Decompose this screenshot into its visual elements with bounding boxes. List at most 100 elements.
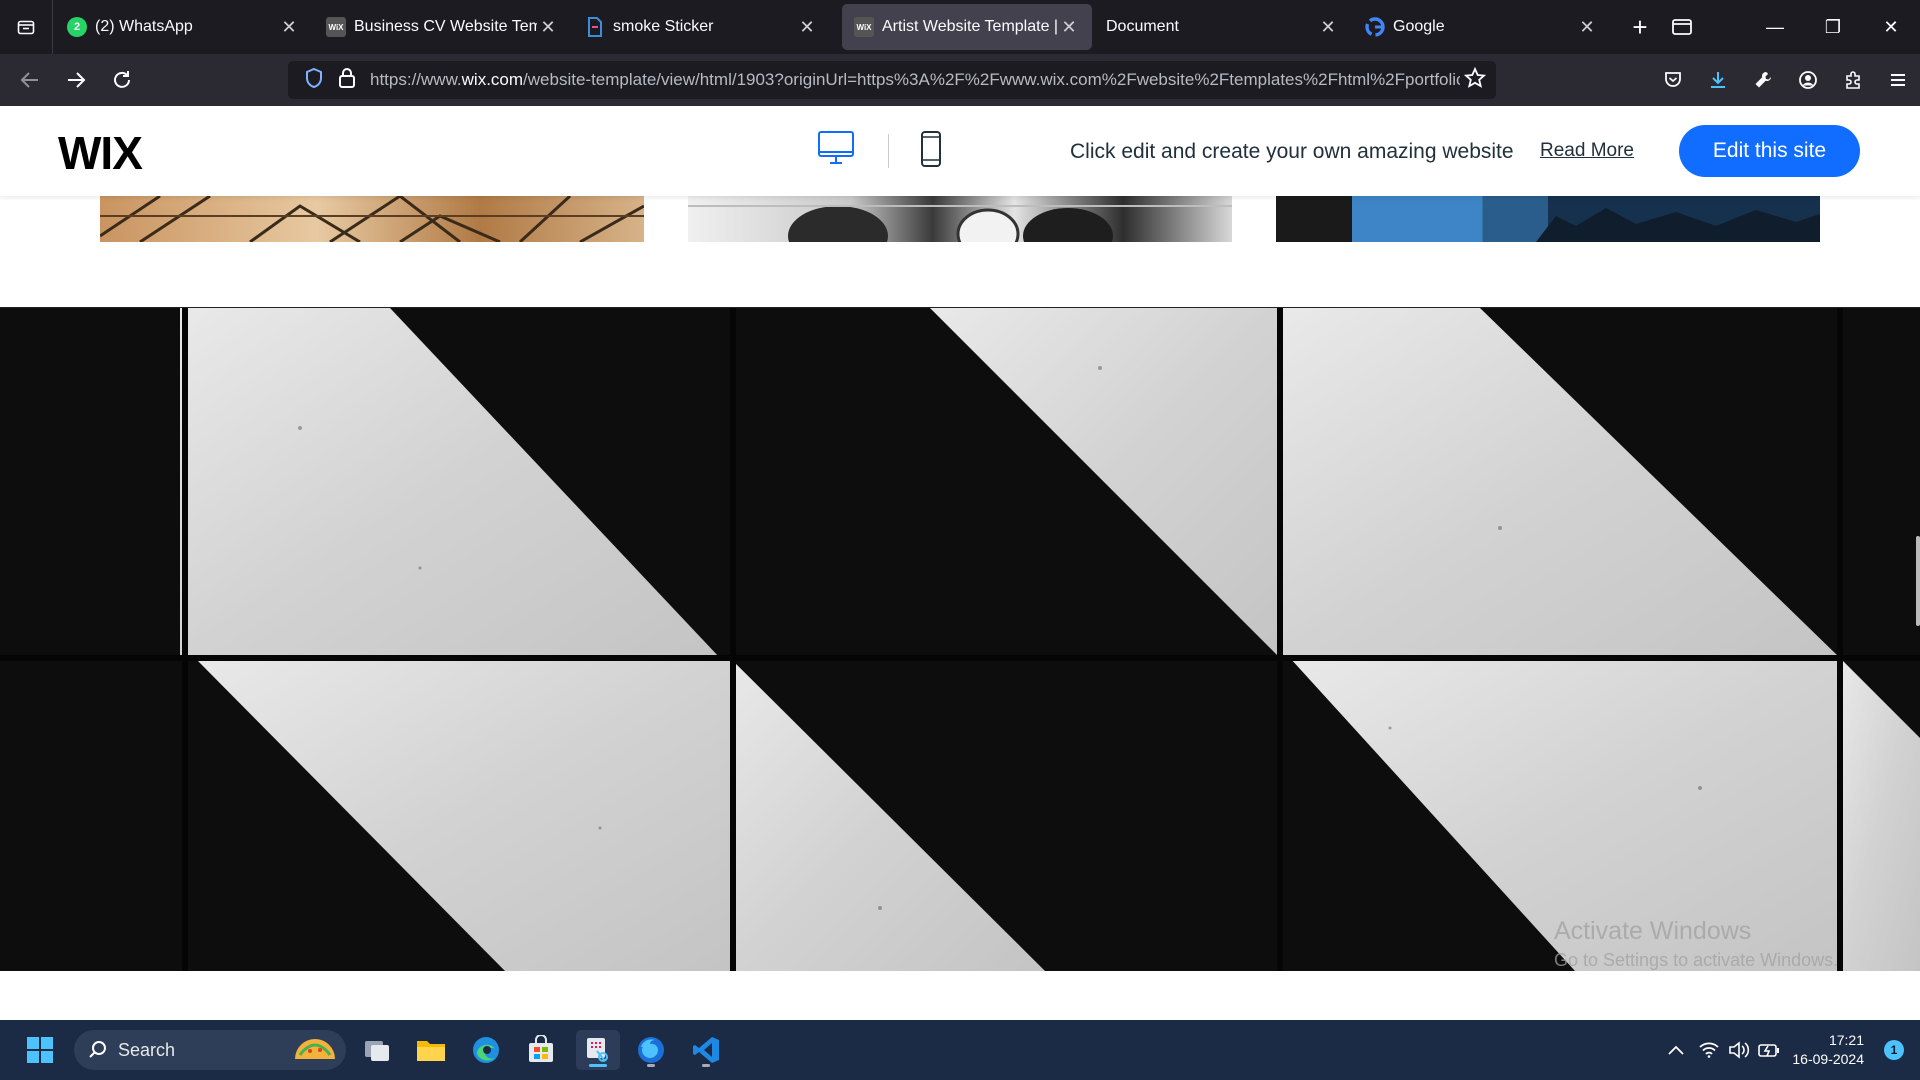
developer-tools-button[interactable] — [1740, 58, 1785, 102]
close-icon[interactable]: ✕ — [278, 16, 300, 38]
gallery-image-sculpture[interactable] — [688, 196, 1232, 242]
search-highlight-taco-icon — [292, 1033, 338, 1068]
tab-title: (2) WhatsApp — [95, 18, 193, 35]
downloads-button[interactable] — [1695, 58, 1740, 102]
hamburger-menu-icon — [1890, 74, 1905, 86]
edit-this-site-button[interactable]: Edit this site — [1679, 125, 1860, 177]
tab-title: Artist Website Template | WiX — [882, 18, 1058, 35]
back-button[interactable] — [8, 58, 52, 102]
start-button[interactable] — [20, 1030, 60, 1070]
microsoft-store-button[interactable] — [521, 1030, 561, 1070]
browser-tab-strip: 2 (2) WhatsApp ✕ WiX Business CV Website… — [0, 0, 1920, 54]
page-scrollbar[interactable] — [1916, 536, 1920, 626]
url-text[interactable]: https://www.wix.com/website-template/vie… — [370, 70, 1460, 90]
bookmark-star-icon[interactable] — [1463, 66, 1487, 94]
activate-windows-title: Activate Windows — [1554, 917, 1752, 945]
tab-google[interactable]: Google ✕ — [1353, 4, 1610, 50]
gallery-image-architecture[interactable] — [100, 196, 644, 242]
extensions-button[interactable] — [1830, 58, 1875, 102]
battery-charging-icon — [1758, 1044, 1780, 1057]
tab-title: smoke Sticker — [613, 18, 714, 35]
device-divider — [888, 134, 889, 168]
clock-date: 16-09-2024 — [1792, 1051, 1864, 1067]
close-icon[interactable]: ✕ — [796, 16, 818, 38]
wix-logo[interactable]: WIX — [58, 126, 143, 180]
chevron-up-icon — [1668, 1045, 1685, 1055]
desktop-icon — [818, 131, 854, 164]
reload-button[interactable] — [100, 58, 144, 102]
tab-smoke-sticker[interactable]: smoke Sticker ✕ — [573, 4, 830, 50]
url-prefix: https://www. — [370, 70, 462, 89]
activate-windows-subtitle: Go to Settings to activate Windows. — [1554, 950, 1839, 970]
open-app-indicator — [647, 1064, 655, 1067]
forward-button[interactable] — [54, 58, 98, 102]
new-tab-button[interactable]: + — [1620, 0, 1660, 54]
mobile-view-button[interactable] — [919, 130, 943, 173]
mobile-phone-icon — [921, 131, 941, 167]
wix-favicon-icon: WiX — [326, 17, 346, 37]
speaker-icon — [1729, 1041, 1750, 1059]
wifi-button[interactable] — [1694, 1042, 1724, 1058]
task-view-button[interactable] — [357, 1030, 397, 1070]
read-more-link[interactable]: Read More — [1540, 140, 1634, 162]
tracking-protection-shield-icon[interactable] — [304, 67, 324, 94]
clock-time: 17:21 — [1828, 1032, 1864, 1048]
snipping-tool-icon — [587, 1038, 608, 1062]
close-icon[interactable]: ✕ — [537, 16, 559, 38]
snipping-tool-button[interactable] — [576, 1030, 620, 1070]
firefox-view-button[interactable] — [0, 0, 53, 54]
firefox-view-icon — [17, 20, 35, 35]
lock-icon[interactable] — [338, 67, 356, 94]
vscode-button[interactable] — [686, 1030, 726, 1070]
folder-icon — [417, 1041, 445, 1061]
app-menu-button[interactable] — [1875, 58, 1920, 102]
tab-title: Document — [1106, 18, 1179, 35]
open-app-indicator — [702, 1064, 710, 1067]
close-icon[interactable]: ✕ — [1058, 16, 1080, 38]
tab-title: Business CV Website Template — [354, 18, 537, 35]
vscode-icon — [693, 1037, 719, 1063]
taskbar-search-box[interactable]: Search — [74, 1030, 346, 1070]
notification-badge[interactable]: 1 — [1884, 1040, 1904, 1060]
edge-browser-button[interactable] — [466, 1030, 506, 1070]
restore-button[interactable]: ❐ — [1804, 0, 1862, 54]
clock[interactable]: 17:21 16-09-2024 — [1792, 1031, 1864, 1069]
file-explorer-button[interactable] — [411, 1030, 451, 1070]
close-icon[interactable]: ✕ — [1576, 16, 1598, 38]
windows-logo-icon — [27, 1037, 53, 1063]
tab-list-icon — [1672, 19, 1692, 35]
edge-icon — [473, 1037, 499, 1063]
firefox-button[interactable] — [631, 1030, 671, 1070]
gallery-image-blue-abstract[interactable] — [1276, 196, 1820, 242]
store-icon — [529, 1035, 553, 1062]
tab-business-cv[interactable]: WiX Business CV Website Template ✕ — [314, 4, 571, 50]
wrench-icon — [1755, 71, 1771, 88]
puzzle-icon — [1845, 71, 1860, 89]
black-white-tiles-strip — [0, 308, 1920, 971]
pocket-icon — [1664, 72, 1681, 87]
close-window-button[interactable]: ✕ — [1862, 0, 1920, 54]
reload-icon — [114, 71, 130, 88]
minimize-button[interactable]: — — [1746, 0, 1804, 54]
close-icon[interactable]: ✕ — [1317, 16, 1339, 38]
pocket-button[interactable] — [1650, 58, 1695, 102]
volume-button[interactable] — [1724, 1041, 1754, 1059]
account-button[interactable] — [1785, 58, 1830, 102]
battery-button[interactable] — [1754, 1042, 1784, 1058]
document-favicon-icon — [585, 17, 605, 37]
task-view-icon — [365, 1041, 389, 1061]
search-label: Search — [118, 1039, 176, 1060]
arrow-left-icon — [20, 72, 38, 88]
desktop-view-button[interactable] — [817, 130, 855, 171]
windows-taskbar: Search 17:21 16-09-2024 1 — [0, 1020, 1920, 1080]
show-hidden-icons-button[interactable] — [1658, 1045, 1694, 1055]
address-bar[interactable]: https://www.wix.com/website-template/vie… — [288, 61, 1496, 99]
account-icon — [1798, 71, 1817, 89]
tab-document[interactable]: Document ✕ — [1094, 4, 1351, 50]
wifi-icon — [1699, 1042, 1719, 1058]
url-domain: wix.com — [461, 70, 524, 89]
wix-favicon-icon: WiX — [854, 17, 874, 37]
tab-whatsapp[interactable]: 2 (2) WhatsApp ✕ — [55, 4, 312, 50]
tab-artist-template[interactable]: WiX Artist Website Template | WiX ✕ — [842, 4, 1092, 50]
list-all-tabs-button[interactable] — [1660, 0, 1704, 54]
